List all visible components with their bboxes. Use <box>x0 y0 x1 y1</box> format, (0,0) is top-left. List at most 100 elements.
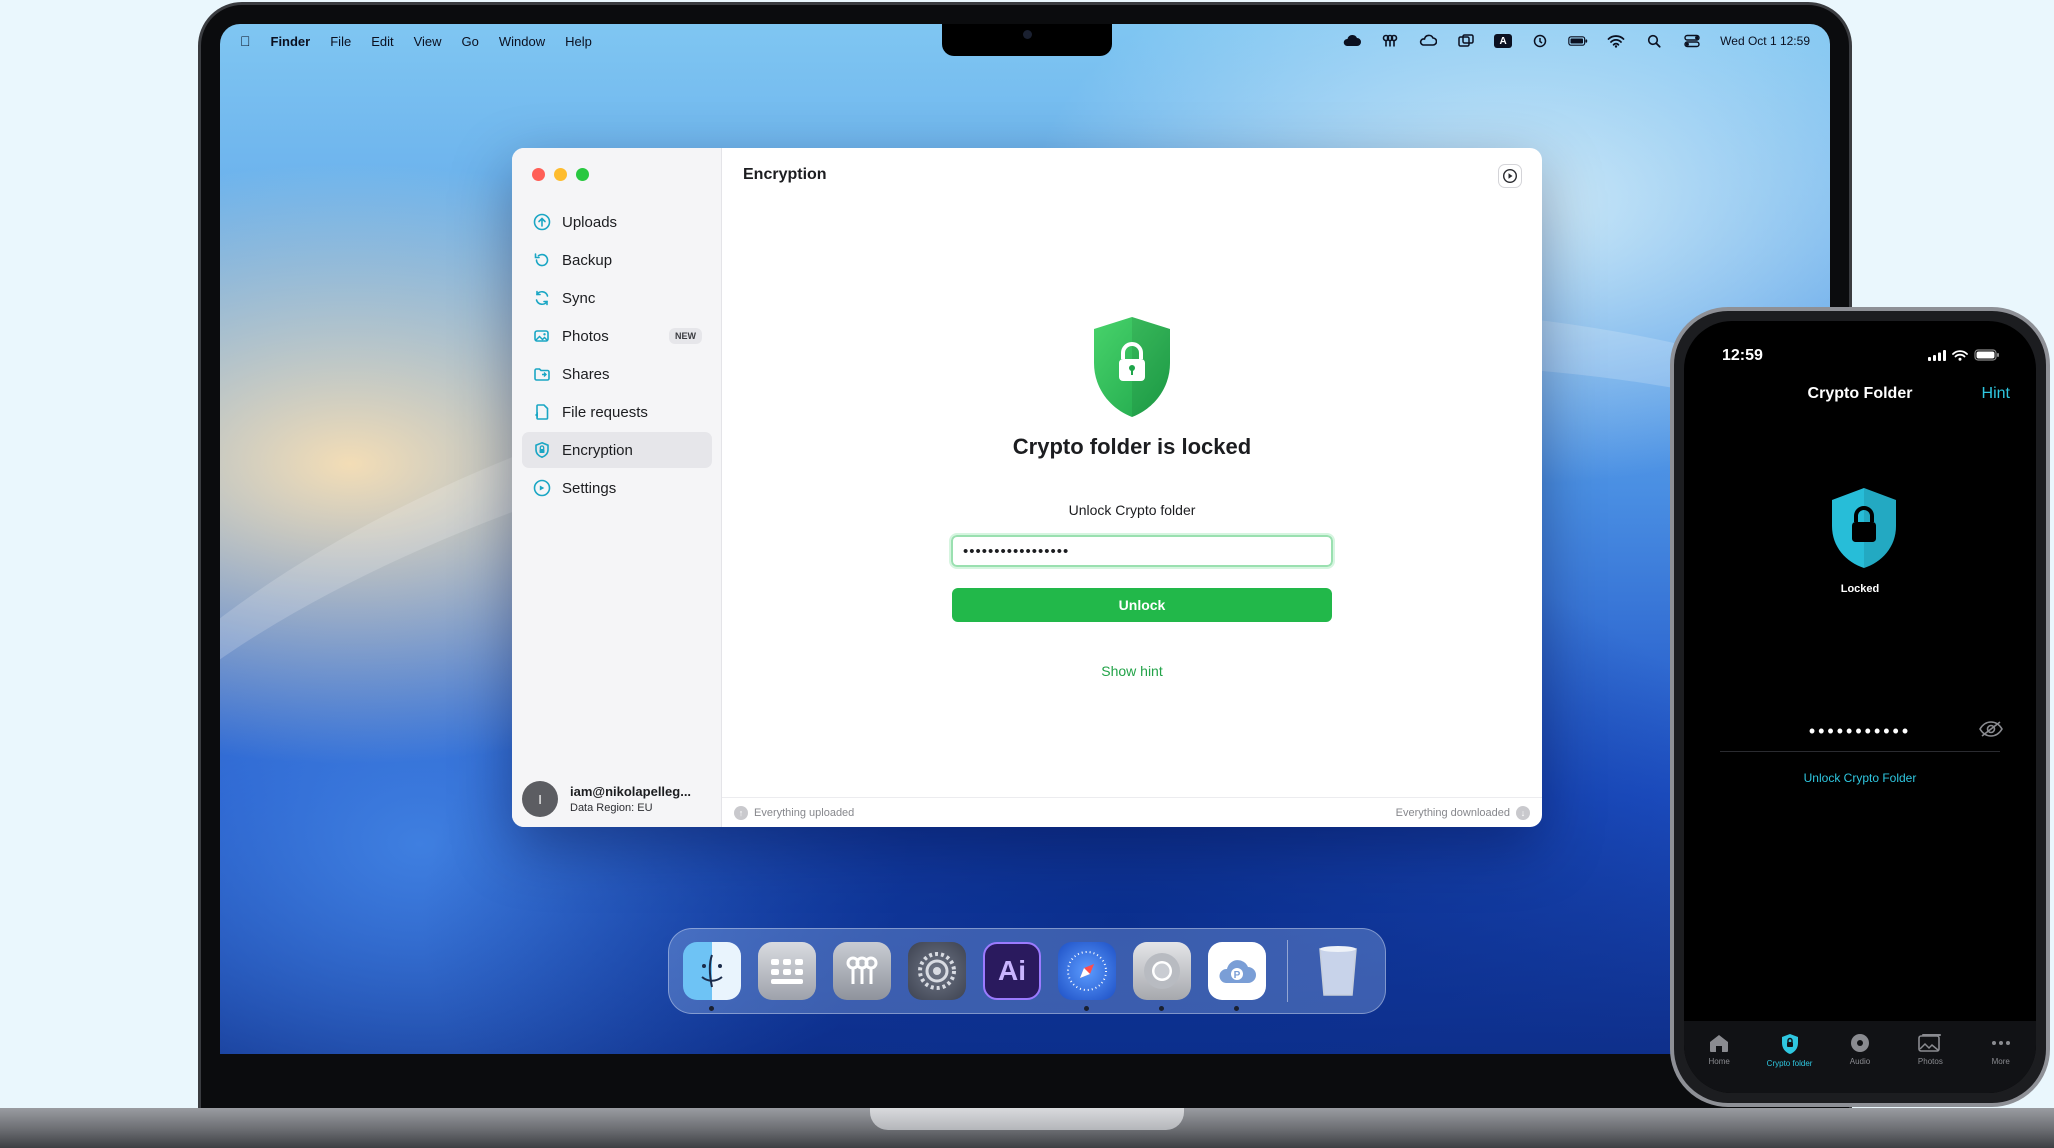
chrome-icon <box>1144 953 1180 989</box>
show-hint-link[interactable]: Show hint <box>722 663 1542 679</box>
sidebar-item-file-requests[interactable]: File requests <box>522 394 712 430</box>
keychain-menu-icon[interactable] <box>1380 34 1400 48</box>
sidebar-item-label: Settings <box>562 479 617 497</box>
wifi-icon[interactable] <box>1606 34 1626 48</box>
dock-keychain[interactable] <box>833 942 891 1000</box>
sidebar-item-settings[interactable]: Settings <box>522 470 712 506</box>
tab-label: Photos <box>1917 1057 1943 1066</box>
zoom-window-button[interactable] <box>576 168 589 181</box>
minimize-window-button[interactable] <box>554 168 567 181</box>
finder-icon <box>701 954 723 988</box>
sidebar-item-encryption[interactable]: Encryption <box>522 432 712 468</box>
iphone: 12:59 Crypto Folder Hint Locked ••••••••… <box>1670 307 2050 1107</box>
running-indicator <box>1084 1006 1089 1011</box>
new-badge: NEW <box>669 328 702 344</box>
shared-folder-icon <box>532 364 552 384</box>
menu-help[interactable]: Help <box>565 34 592 49</box>
sync-icon <box>532 288 552 308</box>
control-center-icon[interactable] <box>1682 34 1702 48</box>
main-panel: Encryption Crypto folder is locked Unloc… <box>722 148 1542 827</box>
password-field[interactable]: ••••••••••••••••• <box>949 533 1335 569</box>
dock-pcloud[interactable]: P <box>1208 942 1266 1011</box>
file-request-icon <box>532 402 552 422</box>
dock-safari[interactable] <box>1058 942 1116 1011</box>
unlock-label: Unlock Crypto folder <box>1068 502 1196 518</box>
apple-menu-icon[interactable]:  <box>240 33 251 49</box>
pcloud-menu-icon[interactable] <box>1342 34 1362 48</box>
sidebar-item-label: Encryption <box>562 441 633 459</box>
input-source-indicator[interactable]: A <box>1494 34 1513 48</box>
running-indicator <box>1159 1006 1164 1011</box>
svg-text:P: P <box>1234 970 1241 981</box>
password-underline <box>1720 751 2000 752</box>
sidebar-item-uploads[interactable]: Uploads <box>522 204 712 240</box>
spotlight-search-icon[interactable] <box>1644 34 1664 48</box>
close-window-button[interactable] <box>532 168 545 181</box>
audio-icon <box>1850 1034 1869 1052</box>
locked-heading: Crypto folder is locked <box>1012 434 1252 459</box>
menu-app-finder[interactable]: Finder <box>271 34 311 49</box>
phone-tab-bar: Home Crypto folder Audio Photos More <box>1684 1021 2036 1093</box>
sidebar-item-label: Uploads <box>562 213 618 231</box>
sidebar-item-sync[interactable]: Sync <box>522 280 712 316</box>
menu-clock[interactable]: Wed Oct 1 12:59 <box>1720 34 1810 48</box>
sidebar: Uploads Backup Sync Photos NEW Shares Fi… <box>512 148 722 827</box>
menu-go[interactable]: Go <box>462 34 479 49</box>
sidebar-item-backup[interactable]: Backup <box>522 242 712 278</box>
phone-unlock-link[interactable]: Unlock Crypto Folder <box>1684 771 2036 785</box>
photos-icon <box>532 326 552 346</box>
dock-chrome[interactable] <box>1133 942 1191 1011</box>
tab-photos[interactable]: Photos <box>1900 1033 1960 1066</box>
phone-hint-button[interactable]: Hint <box>1982 385 2010 403</box>
menu-view[interactable]: View <box>414 34 442 49</box>
window-manager-icon[interactable] <box>1456 34 1476 48</box>
shield-lock-icon <box>532 440 552 460</box>
tab-label: More <box>1991 1057 2010 1066</box>
header-action-button[interactable] <box>1498 164 1522 188</box>
pcloud-icon: P <box>1219 960 1256 983</box>
camera-icon <box>1023 30 1032 39</box>
dock-launchpad[interactable] <box>758 942 816 1000</box>
battery-icon[interactable] <box>1568 34 1588 48</box>
creative-cloud-icon[interactable] <box>1418 34 1438 48</box>
tab-label: Home <box>1708 1057 1730 1066</box>
unlock-button[interactable]: Unlock <box>952 588 1332 622</box>
tab-audio[interactable]: Audio <box>1830 1033 1890 1066</box>
more-icon <box>1991 1041 2010 1045</box>
download-status: Everything downloaded ↓ <box>1396 805 1530 820</box>
shield-lock-icon <box>1781 1034 1798 1054</box>
illustrator-icon: Ai <box>998 955 1026 986</box>
menu-file[interactable]: File <box>330 34 351 49</box>
dock-illustrator[interactable]: Ai <box>983 942 1041 1000</box>
download-status-icon: ↓ <box>1516 805 1530 820</box>
battery-icon <box>1974 349 1999 361</box>
dynamic-island <box>1802 335 1926 371</box>
keychain-icon <box>846 956 878 984</box>
upload-status-icon: ↑ <box>734 805 748 820</box>
dock-finder[interactable] <box>683 942 741 1011</box>
upload-status: ↑ Everything uploaded <box>734 805 854 820</box>
menu-extras: A Wed Oct 1 12:59 <box>1342 34 1810 48</box>
time-machine-icon[interactable] <box>1530 34 1550 48</box>
phone-screen: 12:59 Crypto Folder Hint Locked ••••••••… <box>1684 321 2036 1093</box>
sidebar-nav: Uploads Backup Sync Photos NEW Shares Fi… <box>522 204 712 508</box>
menu-window[interactable]: Window <box>499 34 545 49</box>
dock-system-settings[interactable] <box>908 942 966 1000</box>
phone-clock: 12:59 <box>1722 347 1763 364</box>
dock-trash[interactable] <box>1309 942 1367 1000</box>
menu-edit[interactable]: Edit <box>371 34 393 49</box>
tab-home[interactable]: Home <box>1689 1033 1749 1066</box>
upload-icon <box>532 212 552 232</box>
safari-icon <box>1067 951 1107 991</box>
play-circle-icon <box>1502 168 1518 184</box>
tab-more[interactable]: More <box>1971 1033 2031 1066</box>
laptop-opening-notch <box>870 1108 1184 1130</box>
tab-crypto-folder[interactable]: Crypto folder <box>1760 1033 1820 1068</box>
cyan-shield-lock-icon <box>1830 486 1898 570</box>
toggle-visibility-icon[interactable] <box>1978 720 2004 743</box>
account-info[interactable]: I iam@nikolapelleg... Data Region: EU <box>522 781 691 817</box>
sidebar-item-label: File requests <box>562 403 648 421</box>
sidebar-item-photos[interactable]: Photos NEW <box>522 318 712 354</box>
sidebar-item-shares[interactable]: Shares <box>522 356 712 392</box>
avatar: I <box>522 781 558 817</box>
